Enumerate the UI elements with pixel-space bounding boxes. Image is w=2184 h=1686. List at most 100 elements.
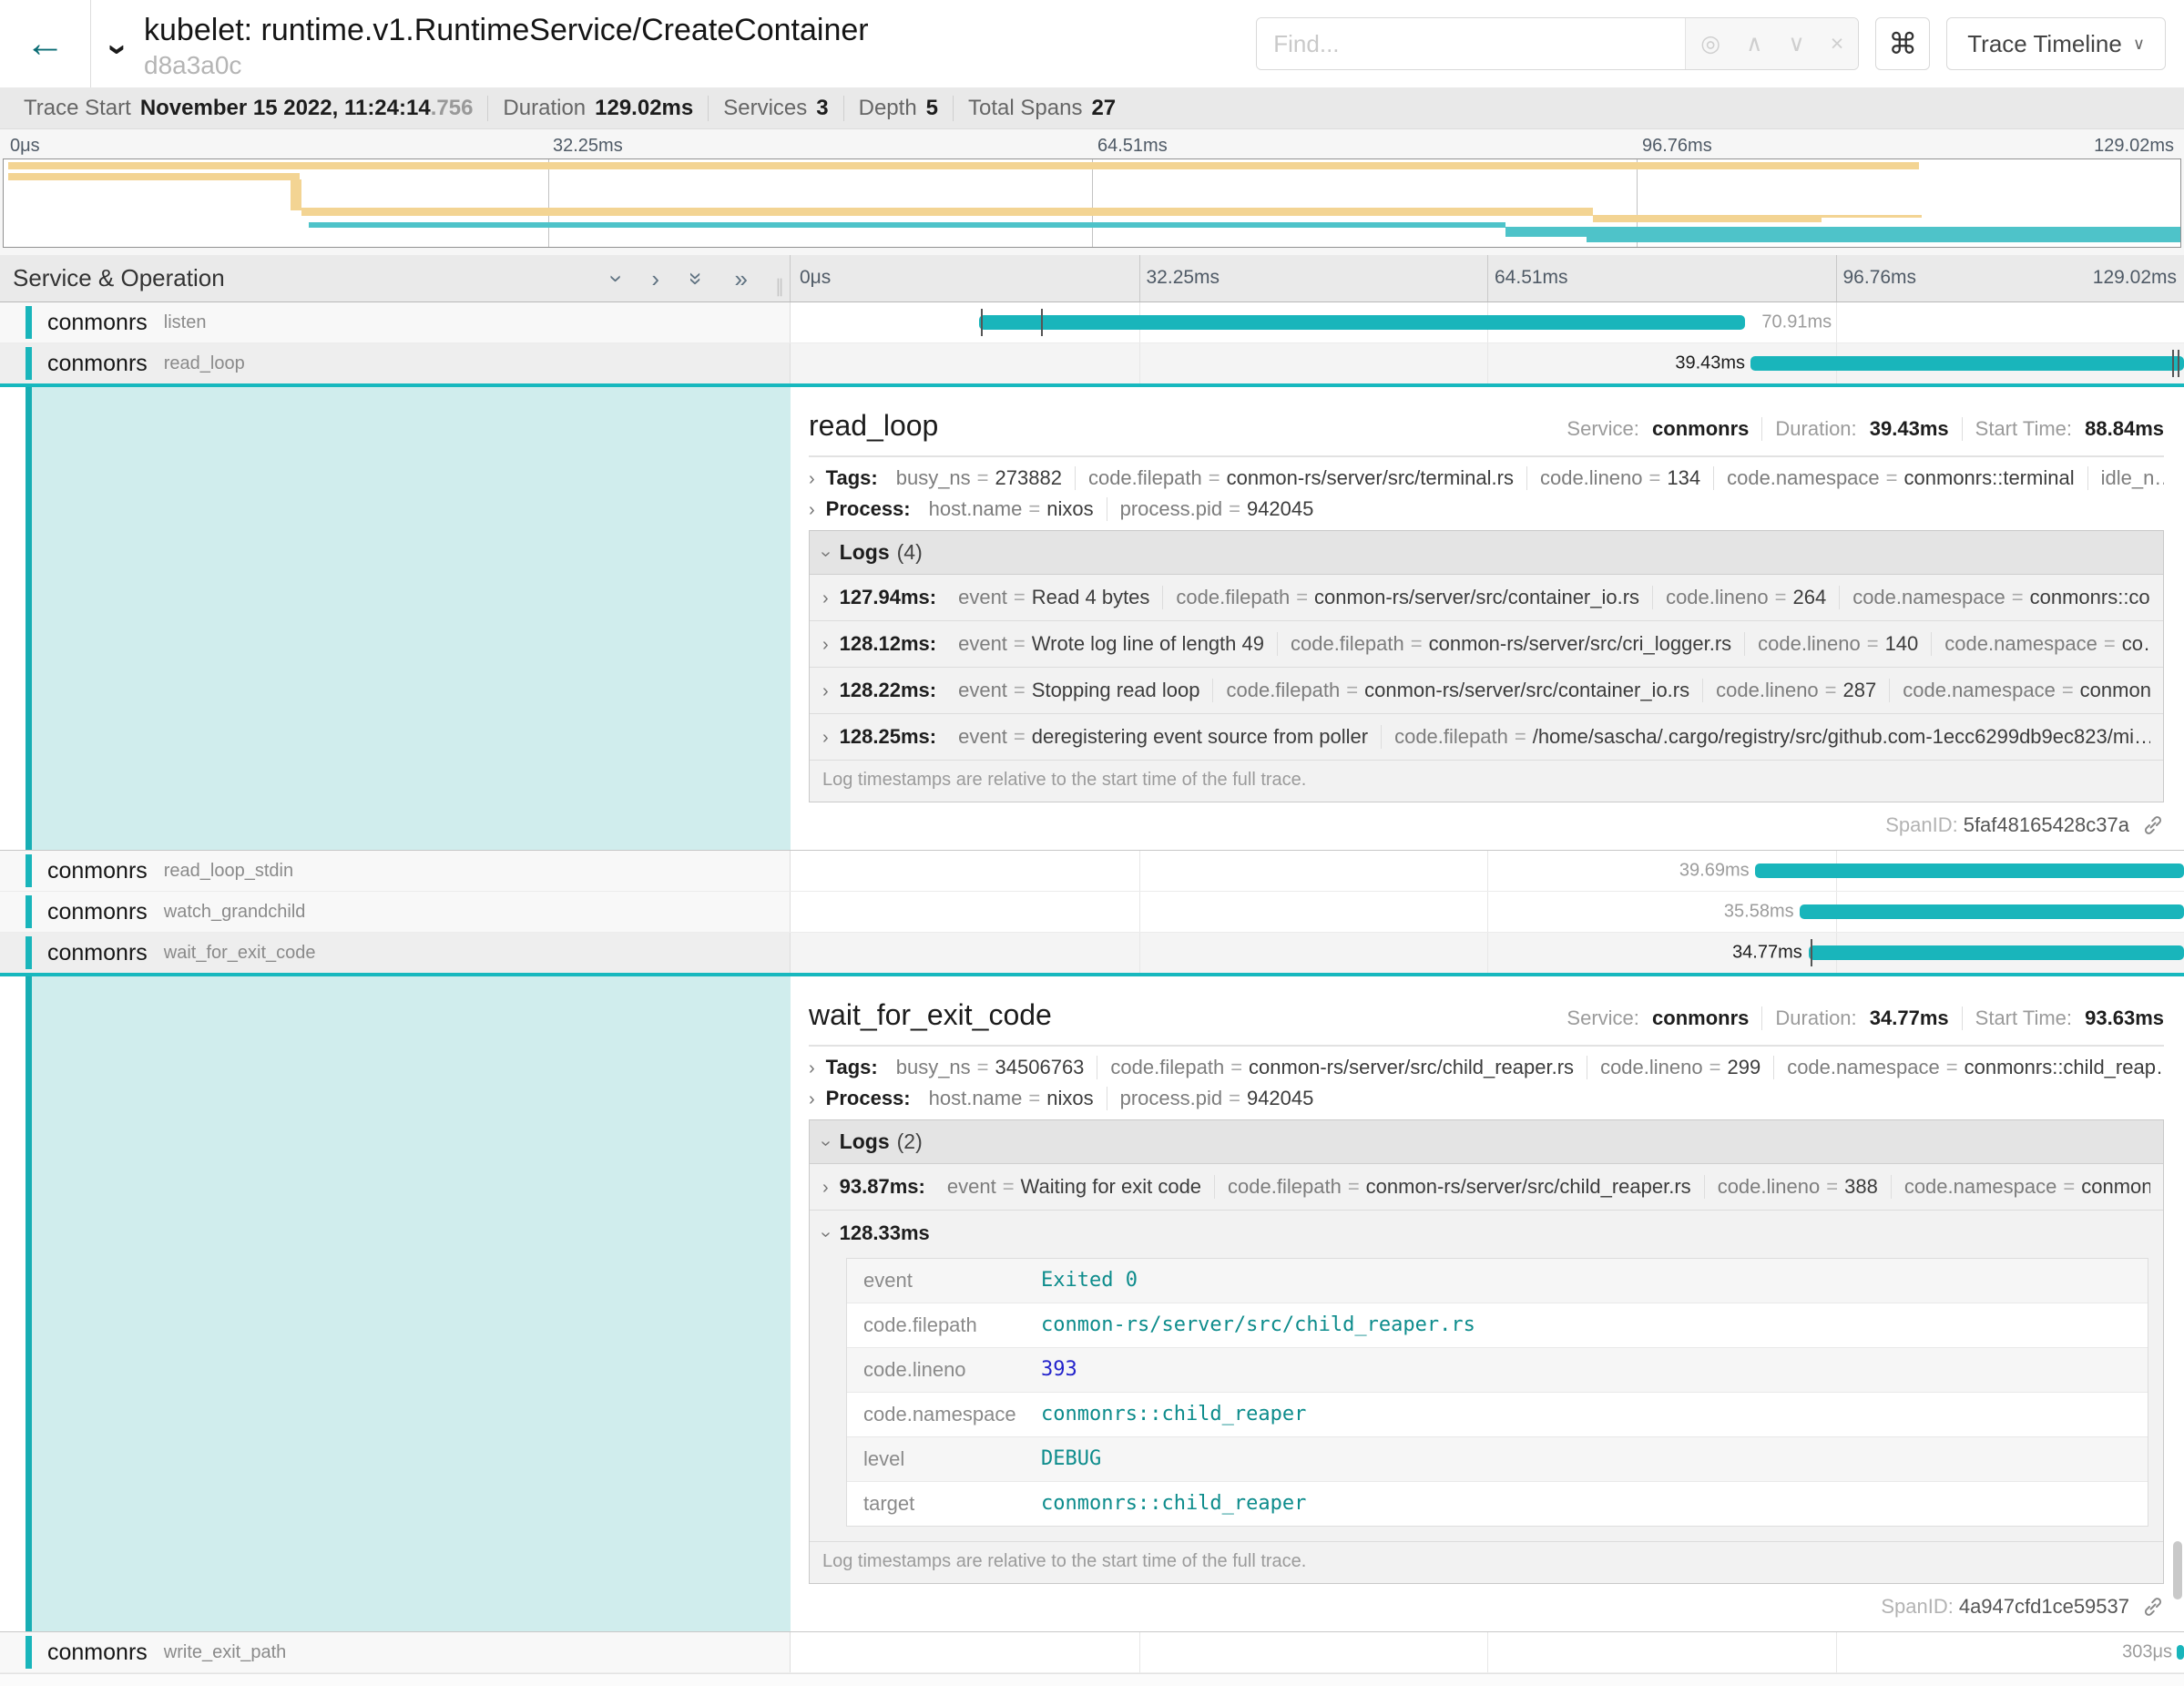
log-entry[interactable]: › 93.87ms: event=Waiting for exit code c… <box>810 1164 2163 1211</box>
meta-label: Duration: <box>1775 1006 1856 1029</box>
log-entry[interactable]: › 128.12ms: event=Wrote log line of leng… <box>810 621 2163 668</box>
service-color-bar <box>26 347 32 380</box>
tag-item: code.filepath=conmon-rs/server/src/cri_l… <box>1278 632 1745 656</box>
find-clear-icon[interactable]: × <box>1831 31 1844 57</box>
tag-key: code.filepath <box>1110 1056 1224 1078</box>
logs-section: › Logs (4) › 127.94ms: event=Read 4 byte… <box>809 530 2164 802</box>
stat-value: 129.02ms <box>595 96 693 121</box>
field-key: event <box>863 1269 1041 1293</box>
find-prev-icon[interactable]: ∧ <box>1746 30 1762 57</box>
tag-item: code.namespace=conmonrs::co… <box>1840 586 2150 609</box>
command-icon: ⌘ <box>1888 26 1917 61</box>
span-timeline-cell[interactable]: 39.69ms <box>791 851 2184 891</box>
span-timeline-cell[interactable]: 303μs <box>791 1632 2184 1672</box>
collapse-one-icon[interactable]: › <box>605 274 628 282</box>
span-duration-bar[interactable] <box>2177 1645 2184 1660</box>
span-row-watch-grandchild[interactable]: conmonrs watch_grandchild 35.58ms <box>0 892 2184 933</box>
span-duration-label: 34.77ms <box>1732 943 1802 964</box>
span-duration-bar[interactable] <box>1800 904 2184 919</box>
tag-equals: = <box>1014 586 1026 608</box>
tag-key: host.name <box>929 497 1023 520</box>
span-row-wait-for-exit-code[interactable]: conmonrs wait_for_exit_code 34.77ms <box>0 933 2184 976</box>
tags-label: Tags: <box>826 1056 878 1079</box>
tags-row[interactable]: › Tags: busy_ns=34506763 code.filepath=c… <box>809 1056 2164 1079</box>
keyboard-shortcuts-button[interactable]: ⌘ <box>1875 17 1930 70</box>
view-selector-button[interactable]: Trace Timeline ∨ <box>1946 17 2166 70</box>
column-resize-handle[interactable]: ∥ <box>775 275 784 298</box>
locate-icon[interactable]: ◎ <box>1700 30 1720 57</box>
span-row-read-loop[interactable]: conmonrs read_loop 39.43ms <box>0 343 2184 387</box>
page-title: kubelet: runtime.v1.RuntimeService/Creat… <box>144 10 869 50</box>
operation-name: write_exit_path <box>164 1642 287 1663</box>
tag-item: code.namespace=conmon… <box>1892 1175 2150 1199</box>
link-icon[interactable] <box>2142 814 2164 836</box>
tag-key: event <box>947 1175 996 1198</box>
process-row[interactable]: › Process: host.name=nixos process.pid=9… <box>809 1087 2164 1110</box>
process-row[interactable]: › Process: host.name=nixos process.pid=9… <box>809 497 2164 521</box>
log-entry[interactable]: › 127.94ms: event=Read 4 bytes code.file… <box>810 575 2163 621</box>
find-input[interactable] <box>1257 18 1685 69</box>
meta-item: Service: conmonrs <box>1554 417 1762 441</box>
tag-equals: = <box>1775 586 1787 608</box>
span-name-cell[interactable]: conmonrs listen <box>0 302 791 342</box>
log-entry-expanded: › 128.33ms event Exited 0 <box>810 1211 2163 1542</box>
span-duration-bar[interactable] <box>1755 863 2184 878</box>
log-fields-table: event Exited 0 code.filepath conmon-rs/s… <box>846 1258 2148 1527</box>
tag-equals: = <box>1867 632 1879 655</box>
span-duration-bar[interactable] <box>979 315 1745 330</box>
trace-title-expander[interactable]: › <box>91 0 144 87</box>
logs-footnote: Log timestamps are relative to the start… <box>810 1542 2163 1583</box>
tag-item: code.lineno=140 <box>1745 632 1932 656</box>
chevron-right-icon: › <box>809 500 815 521</box>
tags-row[interactable]: › Tags: busy_ns=273882 code.filepath=con… <box>809 466 2164 490</box>
span-name-cell[interactable]: conmonrs read_loop <box>0 343 791 383</box>
back-button[interactable]: ← <box>0 0 91 87</box>
service-operation-header: Service & Operation › › » » ∥ <box>0 255 791 301</box>
span-name-cell[interactable]: conmonrs write_exit_path <box>0 1632 791 1672</box>
tag-value: conmon-rs/server/src/container_io.rs <box>1364 679 1689 701</box>
tag-equals: = <box>2063 1175 2075 1198</box>
log-entry-header[interactable]: › 128.33ms <box>810 1211 2163 1256</box>
process-tag-list: host.name=nixos process.pid=942045 <box>916 497 1327 521</box>
expand-all-icon[interactable]: » <box>735 267 748 291</box>
find-next-icon[interactable]: ∨ <box>1788 30 1804 57</box>
trace-title-group: kubelet: runtime.v1.RuntimeService/Creat… <box>144 0 869 87</box>
log-timestamp: 128.25ms: <box>840 725 936 749</box>
meta-item: Duration: 34.77ms <box>1762 1006 1962 1030</box>
logs-header[interactable]: › Logs (2) <box>810 1120 2163 1164</box>
span-row-write-exit-path[interactable]: conmonrs write_exit_path 303μs <box>0 1632 2184 1673</box>
tag-value: Read 4 bytes <box>1032 586 1150 608</box>
tag-item: code.lineno=388 <box>1705 1175 1892 1199</box>
logs-header[interactable]: › Logs (4) <box>810 531 2163 575</box>
span-row-listen[interactable]: conmonrs listen 70.91ms <box>0 302 2184 343</box>
tag-equals: = <box>1886 466 1898 489</box>
scrollbar-thumb[interactable] <box>2173 1541 2182 1599</box>
link-icon[interactable] <box>2142 1596 2164 1618</box>
minimap-tick-label: 32.25ms <box>553 136 623 157</box>
collapse-all-icon[interactable]: » <box>685 271 709 284</box>
span-timeline-cell[interactable]: 70.91ms <box>791 302 2184 342</box>
span-name-cell[interactable]: conmonrs read_loop_stdin <box>0 851 791 891</box>
expand-one-icon[interactable]: › <box>651 267 659 291</box>
span-timeline-cell[interactable]: 39.43ms <box>791 343 2184 383</box>
span-detail-read-loop: read_loop Service: conmonrs Duration: 39… <box>0 387 2184 851</box>
span-timeline-cell[interactable]: 34.77ms <box>791 933 2184 973</box>
field-value: conmon-rs/server/src/child_reaper.rs <box>1041 1313 1475 1337</box>
span-detail-body: wait_for_exit_code Service: conmonrs Dur… <box>791 976 2184 1631</box>
minimap-span-bar <box>8 162 1919 169</box>
span-name-cell[interactable]: conmonrs watch_grandchild <box>0 892 791 932</box>
span-duration-bar[interactable] <box>1809 945 2184 960</box>
span-duration-bar[interactable] <box>1750 356 2184 371</box>
minimap-canvas[interactable] <box>3 158 2181 248</box>
tag-value: nixos <box>1046 1087 1093 1109</box>
span-name-cell[interactable]: conmonrs wait_for_exit_code <box>0 933 791 973</box>
tag-equals: = <box>1348 1175 1360 1198</box>
span-timeline-cell[interactable]: 35.58ms <box>791 892 2184 932</box>
log-entry[interactable]: › 128.22ms: event=Stopping read loop cod… <box>810 668 2163 714</box>
tag-item: code.filepath=conmon-rs/server/src/conta… <box>1163 586 1653 609</box>
tag-item: event=Stopping read loop <box>945 679 1213 702</box>
log-entry[interactable]: › 128.25ms: event=deregistering event so… <box>810 714 2163 761</box>
span-row-read-loop-stdin[interactable]: conmonrs read_loop_stdin 39.69ms <box>0 851 2184 892</box>
tag-equals: = <box>977 1056 989 1078</box>
tag-key: host.name <box>929 1087 1023 1109</box>
